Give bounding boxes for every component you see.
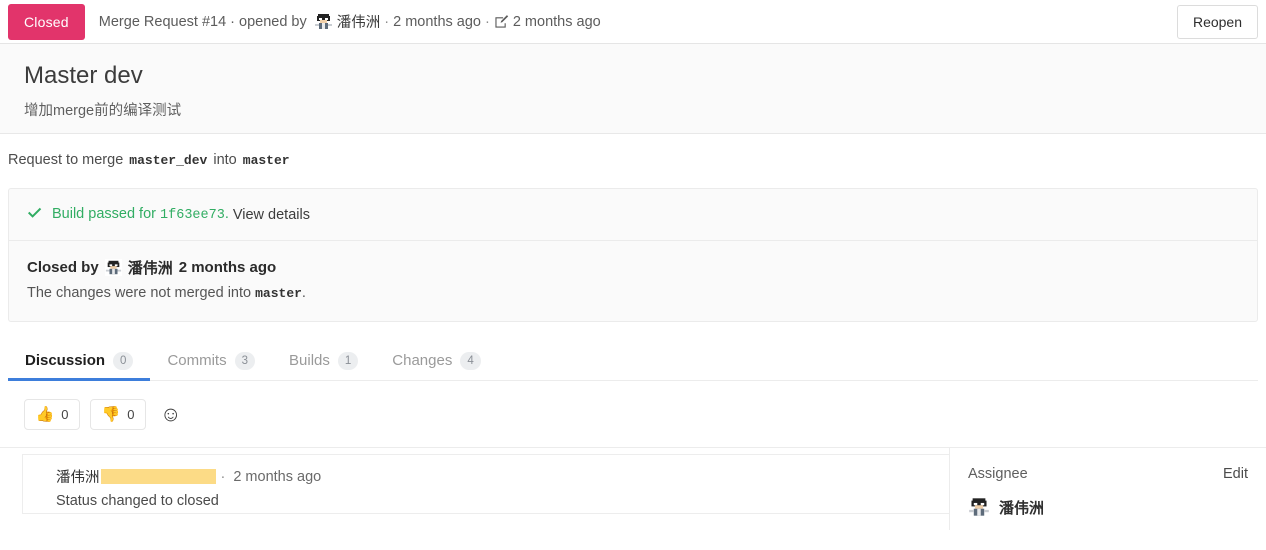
discussion-column: 潘伟洲 · 2 months ago Status changed to clo… [0, 448, 950, 530]
tab-discussion-count: 0 [113, 351, 134, 370]
merge-line-prefix: Request to merge [8, 152, 124, 168]
merge-request-tabs: Discussion 0 Commits 3 Builds 1 Changes … [8, 342, 1258, 382]
tab-discussion[interactable]: Discussion 0 [8, 351, 151, 382]
note-timestamp: 2 months ago [233, 468, 322, 485]
merge-request-meta: Merge Request #14 · opened by 潘伟洲 · 2 mo… [99, 11, 601, 32]
author-avatar [313, 12, 333, 31]
closed-by-avatar [104, 259, 122, 276]
tab-discussion-label: Discussion [25, 352, 106, 370]
assignee-header: Assignee Edit [968, 466, 1248, 482]
merge-request-widget: Build passed for 1f63ee73. View details … [8, 188, 1258, 322]
merge-request-meta-prefix: Merge Request #14 · opened by [98, 13, 307, 30]
award-thumbsup-count: 0 [61, 406, 69, 422]
thumbsdown-icon: 👎 [101, 405, 121, 423]
view-details-link[interactable]: View details [233, 207, 310, 223]
assignee-label: Assignee [968, 466, 1028, 482]
closed-note-suffix: . [301, 285, 306, 301]
assignee-name: 潘伟洲 [999, 499, 1045, 517]
build-status-text: Build passed for 1f63ee73. [52, 206, 229, 223]
merge-line-middle: into [213, 152, 237, 168]
merge-request-status-bar: Closed Merge Request #14 · opened by 潘伟洲… [0, 0, 1266, 44]
tab-changes-label: Changes [392, 352, 453, 370]
target-branch[interactable]: master [243, 153, 290, 168]
status-badge: Closed [8, 3, 85, 40]
merge-branches-line: Request to merge master_dev into master [0, 134, 1266, 182]
assignee-edit-button[interactable]: Edit [1223, 466, 1248, 482]
tab-builds-label: Builds [289, 352, 330, 370]
edited-timestamp: 2 months ago [512, 13, 601, 30]
tab-builds-count: 1 [337, 351, 359, 370]
closed-by-author[interactable]: 潘伟洲 [128, 257, 173, 278]
tab-commits[interactable]: Commits 3 [150, 351, 272, 380]
assignee-avatar [968, 496, 990, 518]
meta-separator-1: · [384, 13, 390, 30]
author-name[interactable]: 潘伟洲 [337, 11, 381, 32]
closed-note-prefix: The changes were not merged into [27, 285, 252, 301]
note-body: Status changed to closed [56, 493, 219, 509]
merge-request-sidebar: Assignee Edit 潘伟洲 [950, 448, 1266, 530]
award-emoji-row: 👍 0 👎 0 ☺ [0, 381, 1266, 448]
meta-separator-2: · [484, 13, 490, 30]
build-status-label: Build passed for [52, 206, 156, 222]
closed-status-row: Closed by 潘伟洲 2 months ago The changes w… [9, 241, 1257, 321]
tab-commits-label: Commits [167, 352, 227, 370]
tab-changes-count: 4 [460, 351, 481, 370]
closed-by-prefix: Closed by [27, 259, 99, 276]
check-icon [27, 207, 42, 222]
closed-by-time: 2 months ago [178, 259, 277, 276]
award-thumbsdown-button[interactable]: 👎 0 [90, 398, 146, 430]
build-period: . [224, 206, 229, 222]
note-header: 潘伟洲 · 2 months ago [56, 466, 933, 487]
pencil-square-icon [494, 14, 509, 29]
thumbsup-icon: 👍 [35, 405, 55, 423]
note-separator: · [220, 468, 226, 485]
award-thumbsup-button[interactable]: 👍 0 [24, 398, 80, 430]
assignee-value[interactable]: 潘伟洲 [968, 496, 1248, 518]
tab-commits-count: 3 [234, 351, 256, 370]
discussion-and-sidebar: 潘伟洲 · 2 months ago Status changed to clo… [0, 448, 1266, 530]
redacted-username-highlight [100, 469, 216, 484]
build-status-row: Build passed for 1f63ee73. View details [9, 189, 1257, 241]
opened-timestamp: 2 months ago [393, 13, 481, 30]
list-item: 潘伟洲 · 2 months ago Status changed to clo… [22, 454, 949, 514]
closed-note-branch[interactable]: master [255, 286, 302, 301]
closed-note: The changes were not merged into master. [27, 285, 1239, 301]
award-thumbsdown-count: 0 [127, 406, 135, 422]
tab-changes[interactable]: Changes 4 [375, 351, 497, 380]
page-title: Master dev [24, 62, 143, 89]
merge-request-description: 增加merge前的编译测试 [24, 102, 182, 119]
merge-request-title-block: Master dev 增加merge前的编译测试 [0, 44, 1266, 134]
tab-builds[interactable]: Builds 1 [272, 351, 375, 380]
source-branch[interactable]: master_dev [129, 153, 207, 168]
reopen-button[interactable]: Reopen [1176, 5, 1258, 39]
build-commit-sha[interactable]: 1f63ee73 [160, 208, 225, 223]
closed-by-line: Closed by 潘伟洲 2 months ago [27, 257, 1239, 278]
add-reaction-smiley-icon[interactable]: ☺ [160, 404, 181, 425]
note-author[interactable]: 潘伟洲 [56, 466, 100, 487]
